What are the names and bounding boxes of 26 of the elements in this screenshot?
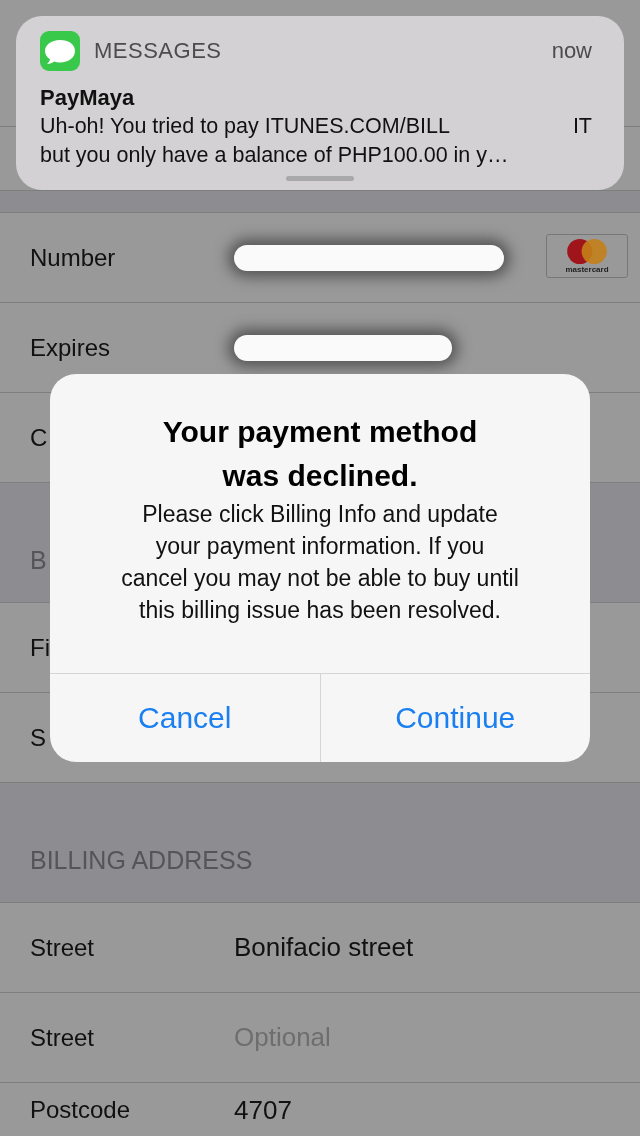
alert-button[interactable]: Cancel [50,674,320,762]
chat-bubble-icon [40,31,80,71]
brand-name: mastercard [565,265,609,274]
field-value[interactable]: Bonifacio street [234,932,414,963]
app-name: MESSAGES [94,38,222,64]
alert-title: Your payment method was declined. [161,414,479,494]
field-label: Fi [30,633,50,662]
field-label: Postcode [30,1097,131,1123]
field-label: Street [30,933,95,962]
message-text: but you only have a balance of PHP100.00 in y… [40,142,509,169]
field-label: C [30,423,48,452]
section-header: B [30,545,47,575]
timestamp: now [551,38,592,64]
sender-name: PayMaya [40,84,136,112]
field-value[interactable]: 4707 [234,1097,292,1123]
section-header: BILLING ADDRESS [30,845,253,875]
field-label: Street [30,1023,95,1052]
field-label: S [30,723,46,752]
message-text: Uh-oh! You tried to pay ITUNES.COM/BILL [40,113,450,140]
grabber-handle[interactable] [286,176,354,181]
alert-button[interactable]: Continue [319,674,590,762]
notification-card[interactable]: MESSAGES now PayMaya Uh-oh! You tried to pay ITUNES.COM/BILL IT but you only have a balance of PHP100.00 in y… [16,16,624,190]
message-text: IT [572,113,592,140]
alert-message: Please click Billing Info and update your payment information. If you cancel you may not be able to buy until this billing issue has been resolved. [120,500,520,625]
field-label: Expires [30,333,111,362]
field-label: Number [30,243,116,272]
